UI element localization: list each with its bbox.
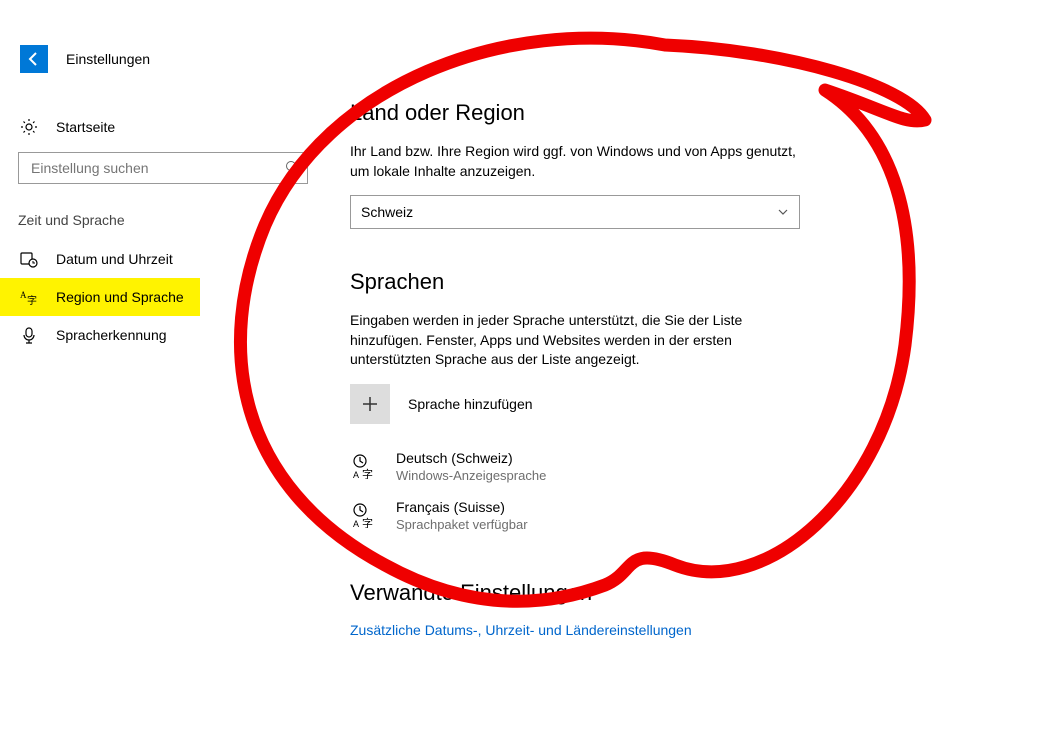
sidebar-item-label: Datum und Uhrzeit (56, 251, 173, 267)
sidebar-category-label: Zeit und Sprache (0, 206, 320, 240)
related-heading: Verwandte Einstellungen (350, 580, 950, 606)
sidebar-item-date-time[interactable]: Datum und Uhrzeit (0, 240, 320, 278)
plus-icon (350, 384, 390, 424)
region-heading: Land oder Region (350, 100, 950, 126)
language-item-deutsch[interactable]: A字 Deutsch (Schweiz) Windows-Anzeigespra… (350, 442, 950, 491)
region-description: Ihr Land bzw. Ihre Region wird ggf. von … (350, 142, 800, 181)
svg-text:A: A (353, 470, 359, 479)
region-section: Land oder Region Ihr Land bzw. Ihre Regi… (350, 100, 950, 229)
svg-text:字: 字 (362, 516, 373, 528)
language-name: Deutsch (Schweiz) (396, 450, 546, 466)
gear-icon (20, 118, 38, 136)
main-content: Land oder Region Ihr Land bzw. Ihre Regi… (350, 100, 950, 678)
language-icon: A字 (20, 288, 38, 306)
add-language-button[interactable]: Sprache hinzufügen (350, 384, 950, 424)
chevron-down-icon (777, 206, 789, 218)
related-section: Verwandte Einstellungen Zusätzliche Datu… (350, 580, 950, 638)
search-icon (285, 160, 299, 177)
sidebar-item-region-language[interactable]: A字 Region und Sprache (0, 278, 200, 316)
sidebar-item-label: Spracherkennung (56, 327, 167, 343)
additional-settings-link[interactable]: Zusätzliche Datums-, Uhrzeit- und Länder… (350, 622, 950, 638)
search-input[interactable] (29, 159, 285, 177)
languages-heading: Sprachen (350, 269, 950, 295)
sidebar: Einstellungen Startseite Zeit und Sprach… (0, 0, 320, 354)
arrow-left-icon (26, 51, 42, 67)
add-language-label: Sprache hinzufügen (408, 396, 533, 412)
back-button[interactable] (20, 45, 48, 73)
sidebar-item-home[interactable]: Startseite (0, 108, 320, 146)
back-row: Einstellungen (0, 45, 320, 73)
language-pack-icon: A字 (350, 452, 378, 480)
sidebar-item-speech[interactable]: Spracherkennung (0, 316, 320, 354)
svg-text:A: A (20, 290, 27, 300)
language-name: Français (Suisse) (396, 499, 528, 515)
country-dropdown[interactable]: Schweiz (350, 195, 800, 229)
svg-text:字: 字 (27, 294, 37, 306)
microphone-icon (20, 326, 38, 344)
language-pack-icon: A字 (350, 501, 378, 529)
svg-text:字: 字 (362, 467, 373, 479)
sidebar-item-label: Startseite (56, 119, 115, 135)
language-subtitle: Windows-Anzeigesprache (396, 468, 546, 483)
search-box[interactable] (18, 152, 308, 184)
country-selected-value: Schweiz (361, 204, 413, 220)
languages-section: Sprachen Eingaben werden in jeder Sprach… (350, 269, 950, 540)
languages-description: Eingaben werden in jeder Sprache unterst… (350, 311, 810, 370)
language-subtitle: Sprachpaket verfügbar (396, 517, 528, 532)
settings-title: Einstellungen (66, 51, 150, 67)
svg-text:A: A (353, 519, 359, 528)
language-item-francais[interactable]: A字 Français (Suisse) Sprachpaket verfügb… (350, 491, 950, 540)
sidebar-item-label: Region und Sprache (56, 289, 184, 305)
calendar-clock-icon (20, 250, 38, 268)
